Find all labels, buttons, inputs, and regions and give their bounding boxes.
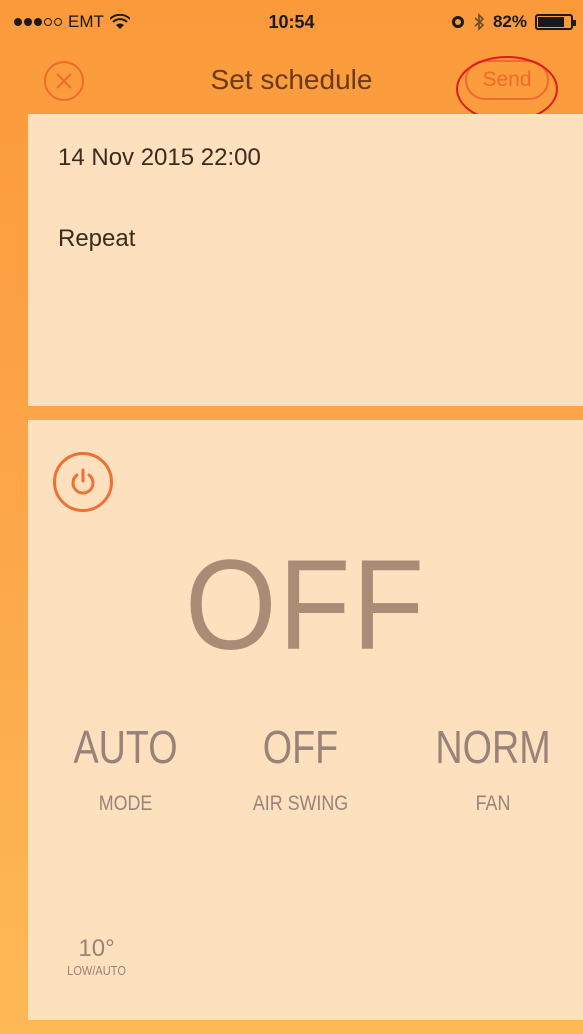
- alarm-icon: [451, 16, 464, 28]
- air-swing-option[interactable]: OFF AIR SWING: [223, 720, 378, 816]
- battery-icon: [535, 14, 576, 30]
- mode-value: AUTO: [73, 721, 178, 773]
- schedule-datetime[interactable]: 14 Nov 2015 22:00: [58, 144, 261, 172]
- power-icon: [71, 468, 95, 495]
- power-button[interactable]: [53, 452, 113, 512]
- temperature-label: LOW/AUTO: [67, 963, 126, 978]
- bluetooth-icon: [474, 13, 485, 31]
- status-bar: EMT 10:54 82%: [0, 0, 583, 44]
- schedule-card: 14 Nov 2015 22:00 Repeat: [28, 114, 583, 406]
- air-swing-label: AIR SWING: [252, 792, 349, 815]
- power-state-display: OFF: [185, 534, 426, 677]
- temperature-display[interactable]: 10° LOW/AUTO: [62, 935, 131, 978]
- send-button[interactable]: Send: [465, 60, 549, 100]
- air-swing-value: OFF: [262, 721, 339, 773]
- fan-label: FAN: [475, 792, 511, 815]
- status-right: 82%: [451, 12, 576, 32]
- settings-card: OFF AUTO MODE OFF AIR SWING NORM FAN 10°…: [28, 420, 583, 1020]
- fan-option[interactable]: NORM FAN: [413, 720, 573, 816]
- mode-option[interactable]: AUTO MODE: [48, 720, 203, 816]
- mode-label: MODE: [98, 792, 153, 815]
- nav-bar: Set schedule Send: [0, 48, 583, 110]
- schedule-repeat[interactable]: Repeat: [58, 225, 135, 253]
- battery-fill: [538, 17, 564, 27]
- fan-value: NORM: [435, 721, 551, 773]
- battery-percent: 82%: [492, 12, 527, 31]
- temperature-value: 10°: [78, 935, 115, 962]
